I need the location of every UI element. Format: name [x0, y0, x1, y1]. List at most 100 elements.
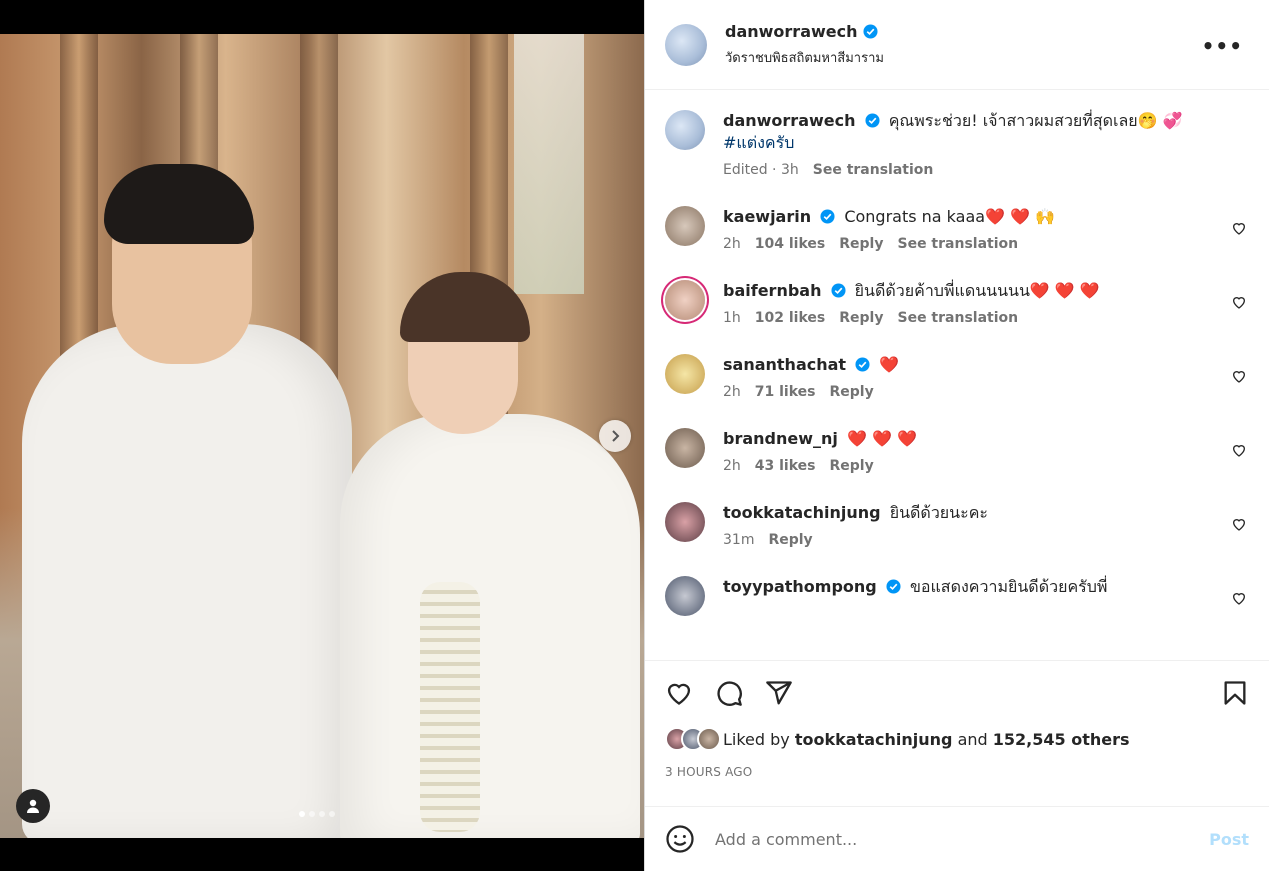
see-translation-button[interactable]: See translation — [897, 236, 1018, 252]
comment-likes[interactable]: 43 likes — [755, 458, 816, 474]
post-comment-button[interactable]: Post — [1209, 830, 1249, 849]
background-sky — [514, 34, 584, 294]
carousel-indicator — [299, 811, 335, 817]
comment-text: ❤️ — [879, 355, 900, 374]
see-translation-button[interactable]: See translation — [897, 310, 1018, 326]
carousel-dot — [299, 811, 305, 817]
comment-likes[interactable]: 102 likes — [755, 310, 825, 326]
groom-hair — [104, 164, 254, 244]
bride-figure — [340, 414, 640, 838]
comment-composer: Post — [645, 806, 1269, 871]
comment-item: toyypathompong ขอแสดงความยินดีด้วยครับพี… — [665, 576, 1249, 616]
post-location[interactable]: วัดราชบพิธสถิตมหาสีมาราม — [725, 47, 884, 68]
commenter-avatar[interactable] — [665, 280, 705, 320]
author-username-row: danworrawech — [725, 22, 878, 41]
caption-edited-time: Edited · 3h — [723, 162, 799, 178]
comment-like-heart-icon[interactable] — [1231, 294, 1247, 310]
carousel-dot — [309, 811, 315, 817]
liker-avatar — [697, 727, 721, 751]
liked-by-and: and — [957, 729, 988, 749]
comment-like-heart-icon[interactable] — [1231, 220, 1247, 236]
comment-text: ยินดีด้วยค้าบพี่แดนนนนน❤️ ❤️ ❤️ — [854, 281, 1100, 300]
post-photo[interactable] — [0, 34, 644, 838]
comments-list[interactable]: danworrawech คุณพระช่วย! เจ้าสาวผมสวยที่… — [645, 90, 1269, 658]
caption-hashtag[interactable]: #แต่งครับ — [723, 133, 794, 152]
author-avatar[interactable] — [665, 23, 707, 66]
post-timestamp[interactable]: 3 HOURS AGO — [665, 765, 1249, 779]
reply-button[interactable]: Reply — [839, 236, 883, 252]
author-avatar[interactable] — [665, 110, 705, 150]
bookmark-icon[interactable] — [1221, 679, 1249, 707]
verified-badge-icon — [831, 283, 846, 298]
comment-item: brandnew_nj ❤️ ❤️ ❤️ 2h 43 likes Reply — [665, 428, 1249, 474]
verified-badge-icon — [865, 113, 880, 128]
liked-by-prefix: Liked by — [723, 729, 790, 749]
commenter-avatar[interactable] — [665, 502, 705, 542]
verified-badge-icon — [862, 23, 878, 39]
post-actions: Liked by tookkatachinjung and 152,545 ot… — [645, 660, 1269, 805]
comment-item: sananthachat ❤️ 2h 71 likes Reply — [665, 354, 1249, 400]
flower-garland — [420, 582, 480, 832]
verified-badge-icon — [886, 579, 901, 594]
comment-likes[interactable]: 71 likes — [755, 384, 816, 400]
post-details-panel: danworrawech วัดราชบพิธสถิตมหาสีมาราม ••… — [644, 0, 1269, 871]
comment-icon[interactable] — [715, 679, 743, 707]
reply-button[interactable]: Reply — [830, 458, 874, 474]
comment-item: tookkatachinjung ยินดีด้วยนะคะ 31m Reply — [665, 502, 1249, 548]
caption-username[interactable]: danworrawech — [723, 111, 856, 130]
more-options-icon[interactable]: ••• — [1202, 34, 1243, 58]
commenter-avatar[interactable] — [665, 428, 705, 468]
user-tag-icon — [27, 799, 39, 813]
comment-item: kaewjarin Congrats na kaaa❤️ ❤️ 🙌 2h 104… — [665, 206, 1249, 252]
comment-input[interactable] — [715, 829, 1210, 849]
comment-like-heart-icon[interactable] — [1231, 442, 1247, 458]
reply-button[interactable]: Reply — [768, 532, 812, 548]
comment-like-heart-icon[interactable] — [1231, 590, 1247, 606]
post-header: danworrawech วัดราชบพิธสถิตมหาสีมาราม ••… — [645, 0, 1269, 90]
carousel-next-button[interactable] — [599, 420, 631, 452]
comment-like-heart-icon[interactable] — [1231, 368, 1247, 384]
verified-badge-icon — [820, 209, 835, 224]
commenter-username[interactable]: toyypathompong — [723, 577, 877, 596]
likes-summary: Liked by tookkatachinjung and 152,545 ot… — [665, 727, 1249, 751]
comment-item: baifernbah ยินดีด้วยค้าบพี่แดนนนนน❤️ ❤️ … — [665, 280, 1249, 326]
user-tags-button[interactable] — [16, 789, 50, 823]
chevron-right-icon — [612, 430, 620, 442]
liker-avatars[interactable] — [665, 727, 721, 751]
comment-time: 31m — [723, 532, 755, 548]
commenter-avatar[interactable] — [665, 354, 705, 394]
likes-count[interactable]: 152,545 others — [993, 730, 1130, 749]
share-icon[interactable] — [765, 679, 793, 707]
commenter-username[interactable]: brandnew_nj — [723, 429, 838, 448]
heart-icon[interactable] — [665, 679, 693, 707]
comment-text: ยินดีด้วยนะคะ — [889, 503, 988, 522]
commenter-username[interactable]: sananthachat — [723, 355, 846, 374]
verified-badge-icon — [855, 357, 870, 372]
carousel-dot — [329, 811, 335, 817]
emoji-icon[interactable] — [665, 824, 695, 854]
commenter-username[interactable]: tookkatachinjung — [723, 503, 881, 522]
commenter-username[interactable]: kaewjarin — [723, 207, 811, 226]
commenter-avatar[interactable] — [665, 576, 705, 616]
comment-text: Congrats na kaaa❤️ ❤️ 🙌 — [844, 207, 1056, 226]
commenter-avatar[interactable] — [665, 206, 705, 246]
post-media — [0, 0, 644, 871]
groom-figure — [22, 324, 352, 838]
commenter-username[interactable]: baifernbah — [723, 281, 821, 300]
post-caption: danworrawech คุณพระช่วย! เจ้าสาวผมสวยที่… — [665, 110, 1249, 178]
comment-time: 1h — [723, 310, 741, 326]
comment-time: 2h — [723, 458, 741, 474]
author-username[interactable]: danworrawech — [725, 22, 858, 41]
see-translation-button[interactable]: See translation — [813, 162, 934, 178]
bride-hair — [400, 272, 530, 342]
carousel-dot — [319, 811, 325, 817]
comment-time: 2h — [723, 384, 741, 400]
comment-like-heart-icon[interactable] — [1231, 516, 1247, 532]
comment-text: ขอแสดงความยินดีด้วยครับพี่ — [909, 577, 1108, 596]
caption-text: คุณพระช่วย! เจ้าสาวผมสวยที่สุดเลย🤭 💞 — [888, 111, 1183, 130]
comment-time: 2h — [723, 236, 741, 252]
reply-button[interactable]: Reply — [830, 384, 874, 400]
reply-button[interactable]: Reply — [839, 310, 883, 326]
comment-likes[interactable]: 104 likes — [755, 236, 825, 252]
liked-by-user[interactable]: tookkatachinjung — [795, 730, 953, 749]
